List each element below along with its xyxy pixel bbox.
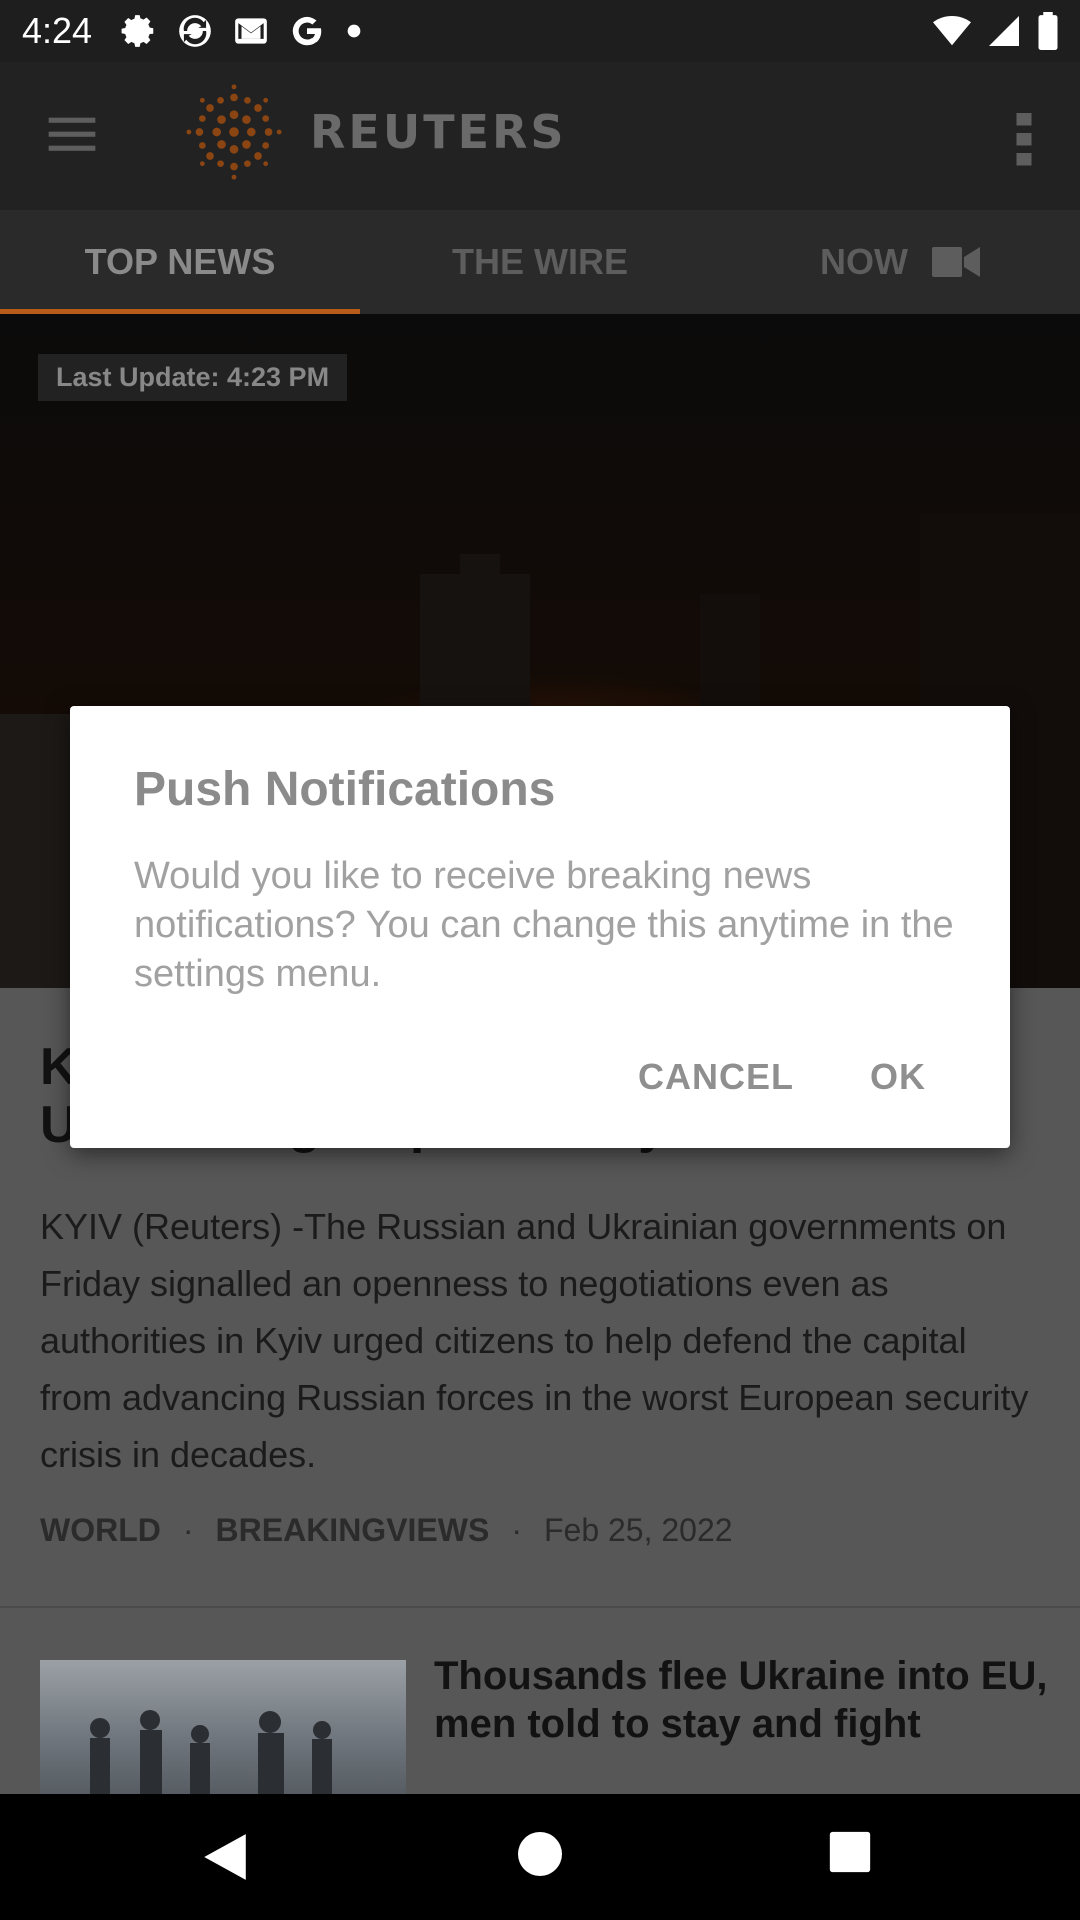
status-time: 4:24 [22,10,93,51]
navigation-bar [0,1794,1080,1920]
screen: 4:24 REUTERS TOP NEWS THE WIRE NOW Last … [0,0,1080,1920]
wifi-icon [933,15,971,46]
settings-icon [121,15,154,47]
google-icon [292,16,322,46]
gmail-icon [235,18,267,44]
push-notifications-dialog: Push Notifications Would you like to rec… [70,706,1010,1148]
ok-button[interactable]: OK [870,1056,926,1098]
cell-signal-icon [989,16,1019,46]
dialog-title: Push Notifications [134,763,556,816]
recents-icon[interactable] [828,1830,872,1874]
back-icon[interactable] [200,1830,250,1884]
sync-app-icon [179,15,211,47]
status-bar: 4:24 [0,0,1080,62]
home-icon[interactable] [516,1830,564,1878]
dialog-message: Would you like to receive breaking news … [134,855,954,995]
cancel-button[interactable]: CANCEL [638,1056,794,1098]
notification-dot-icon [347,24,361,38]
battery-icon [1038,12,1058,50]
